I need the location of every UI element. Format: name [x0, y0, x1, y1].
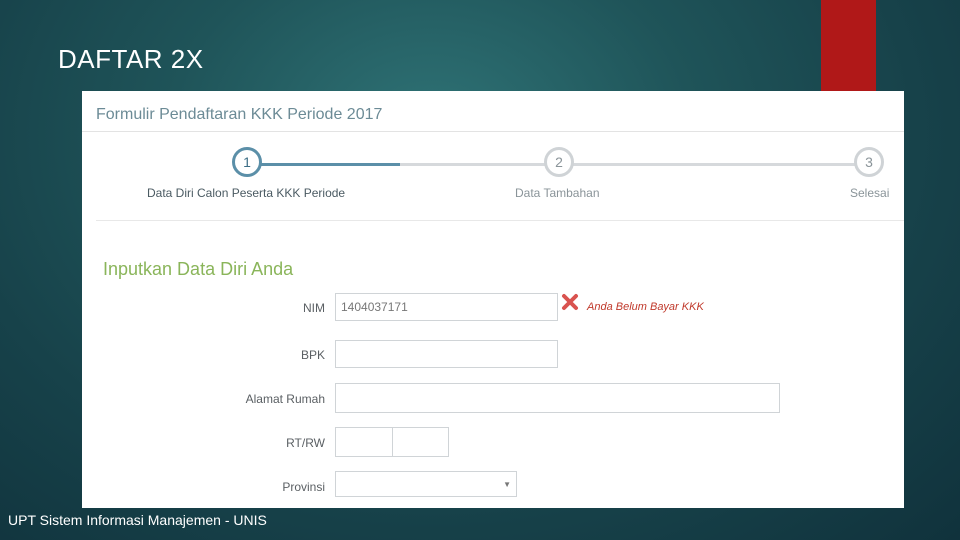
step-line-pending [400, 163, 860, 166]
step-1-label: Data Diri Calon Peserta KKK Periode [147, 186, 346, 200]
form-screenshot: Formulir Pendaftaran KKK Periode 2017 1 … [82, 91, 904, 508]
alamat-input[interactable] [335, 383, 780, 413]
step-1-circle[interactable]: 1 [232, 147, 262, 177]
bpk-input[interactable] [335, 340, 558, 368]
form-header: Formulir Pendaftaran KKK Periode 2017 [82, 91, 904, 132]
accent-bar [821, 0, 876, 92]
step-2-circle[interactable]: 2 [544, 147, 574, 177]
section-title: Inputkan Data Diri Anda [103, 259, 294, 279]
provinsi-select[interactable]: ▼ [335, 471, 517, 497]
rt-input[interactable] [335, 427, 393, 457]
alamat-label: Alamat Rumah [245, 392, 325, 406]
rtrw-label: RT/RW [286, 436, 325, 450]
error-message: Anda Belum Bayar KKK [587, 301, 704, 313]
step-3-circle[interactable]: 3 [854, 147, 884, 177]
error-x-icon [562, 294, 578, 310]
nim-label: NIM [303, 301, 325, 315]
step-3-label: Selesai [850, 186, 890, 200]
provinsi-label: Provinsi [282, 480, 325, 494]
bpk-label: BPK [300, 348, 325, 362]
rw-input[interactable] [392, 427, 449, 457]
step-line-complete [246, 163, 400, 166]
slide-title: DAFTAR 2X [58, 44, 204, 74]
slide-footer: UPT Sistem Informasi Manajemen - UNIS [8, 512, 267, 528]
step-2-label: Data Tambahan [515, 186, 600, 200]
nim-input[interactable] [335, 293, 558, 321]
dropdown-arrow-icon: ▼ [503, 480, 511, 489]
step-progress: 1 2 3 Data Diri Calon Peserta KKK Period… [96, 133, 904, 221]
